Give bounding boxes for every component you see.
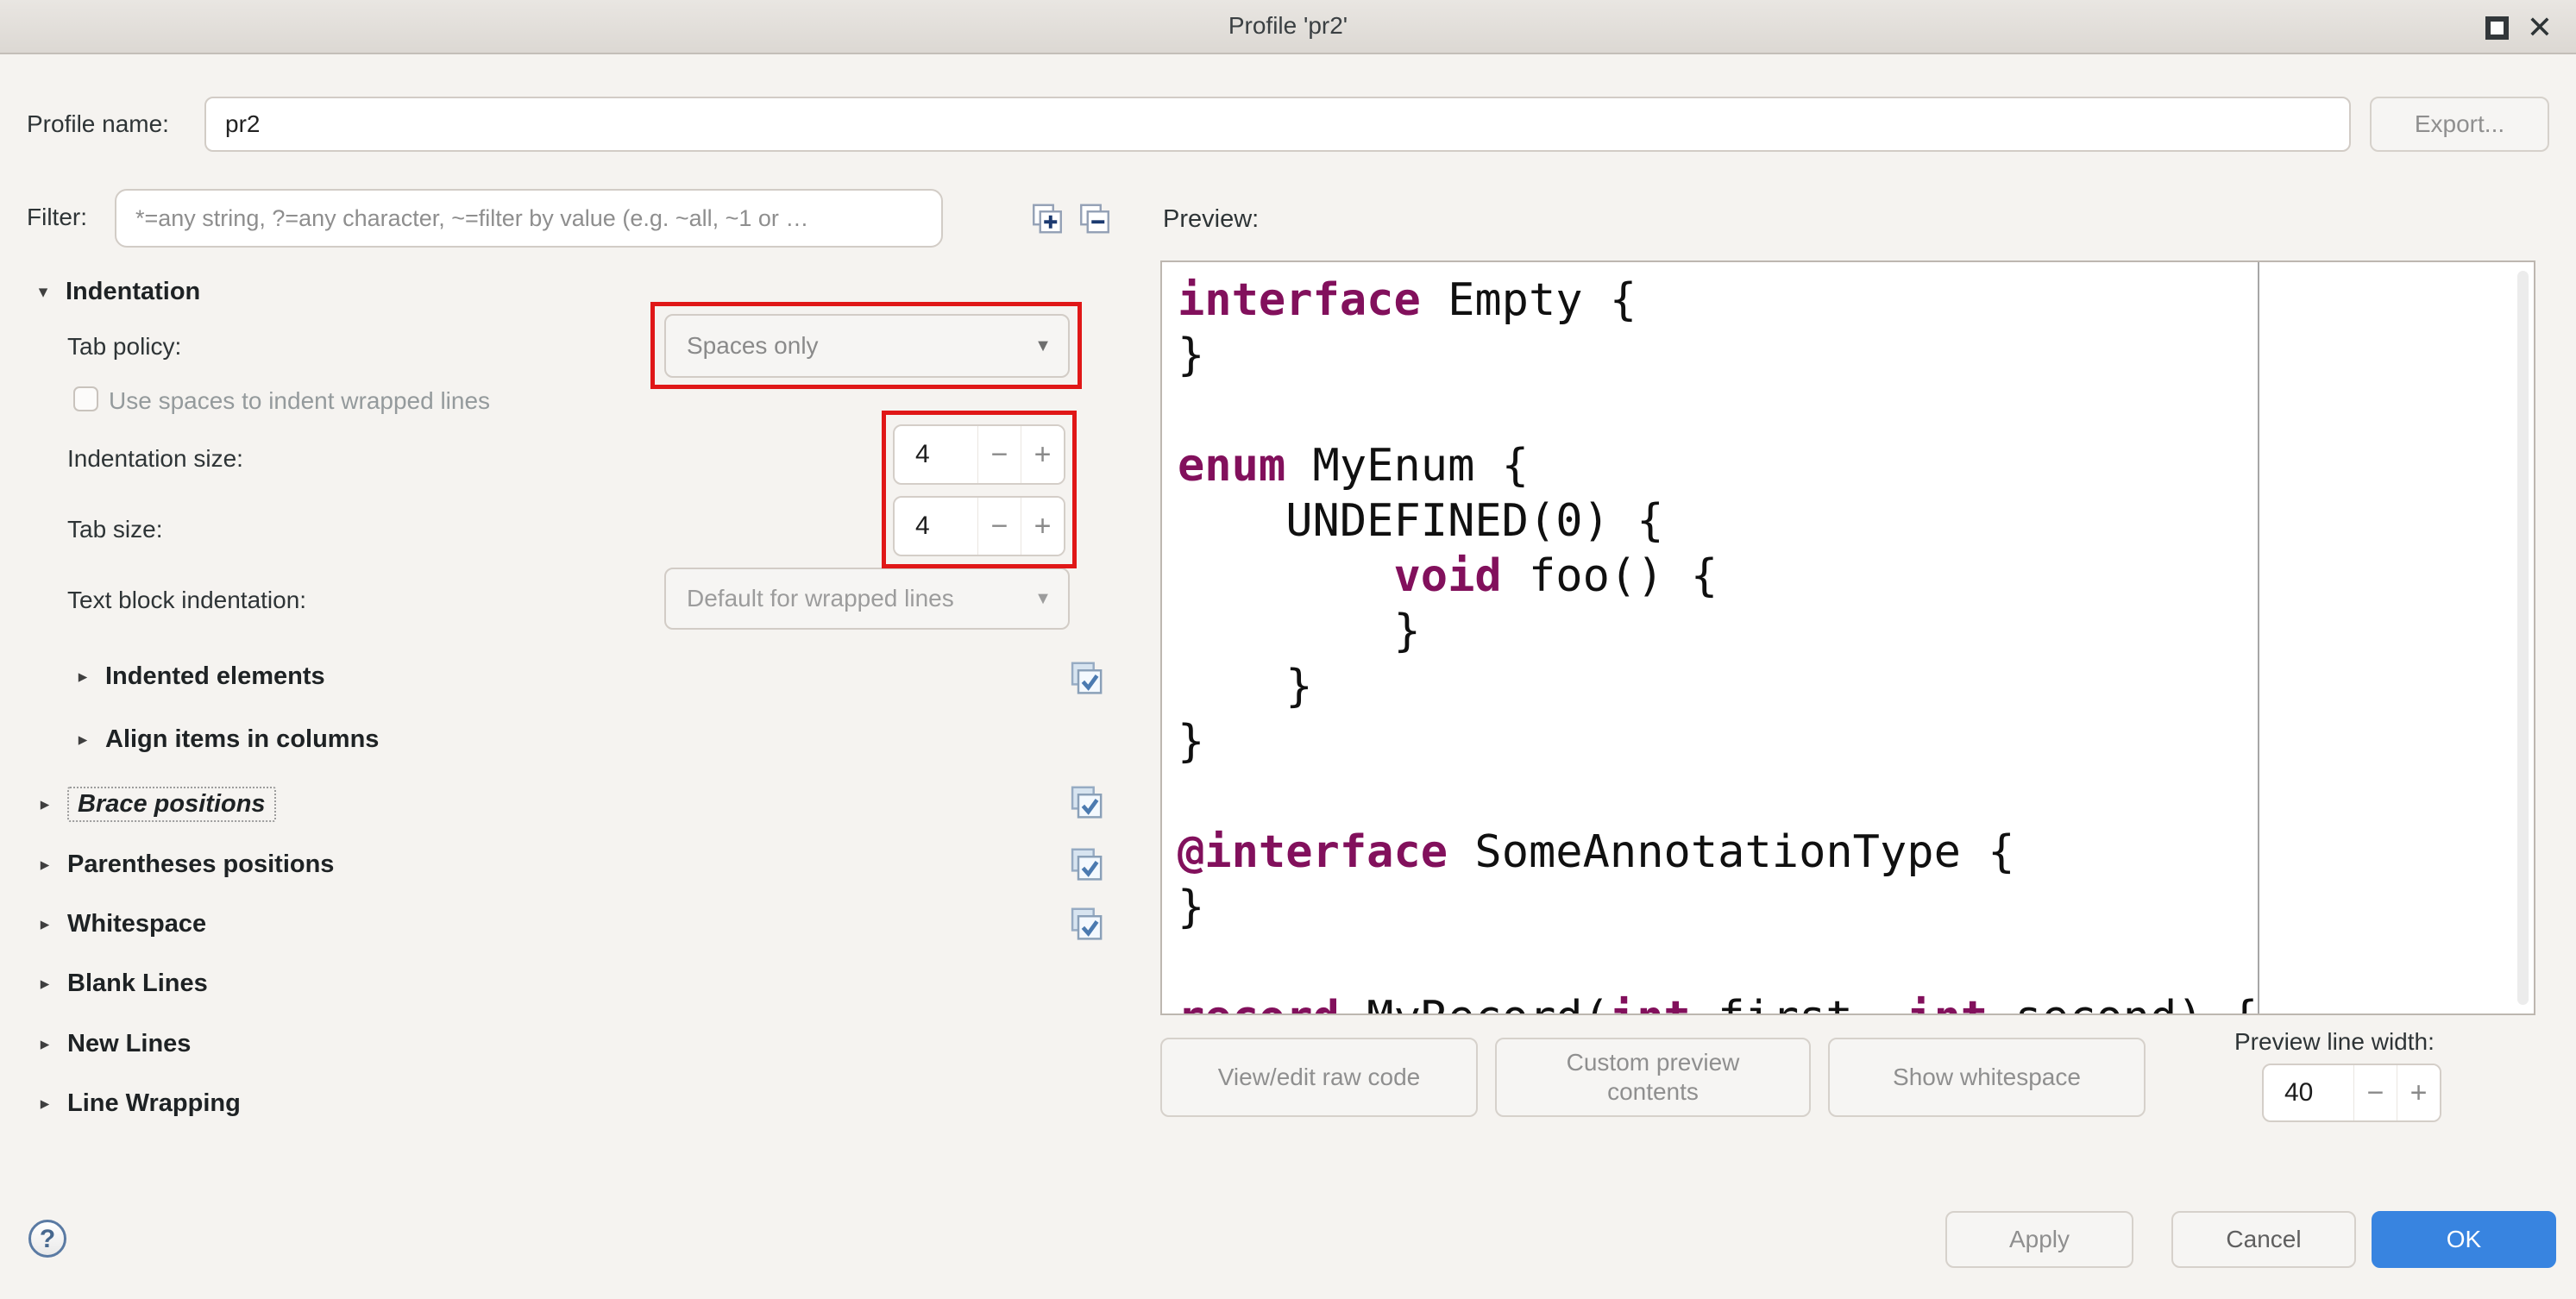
dropdown-arrow-icon: ▼	[1018, 336, 1068, 356]
view-edit-raw-code-button[interactable]: View/edit raw code	[1160, 1038, 1478, 1117]
tree-item-brace-positions[interactable]: ▸ Brace positions	[35, 787, 276, 822]
maximize-button[interactable]	[2485, 16, 2509, 40]
checked-checkbox-icon[interactable]	[1070, 661, 1104, 699]
code-line: }	[1178, 659, 2534, 714]
focused-item-outline: Brace positions	[67, 787, 276, 822]
preview-line-width-input[interactable]	[2264, 1065, 2353, 1120]
code-line	[1178, 935, 2534, 990]
profile-dialog: Profile 'pr2' ✕ Profile name: Export... …	[0, 0, 2576, 1299]
tree-label: Whitespace	[67, 910, 206, 938]
indentation-size-spinner: − +	[893, 424, 1065, 485]
tree-label: Indentation	[66, 278, 200, 306]
preview-line-width-plus-icon[interactable]: +	[2397, 1065, 2440, 1120]
preview-label: Preview:	[1163, 205, 1259, 234]
tree-item-blank-lines[interactable]: ▸ Blank Lines	[35, 970, 208, 998]
tree-label: Parentheses positions	[67, 850, 334, 879]
code-line: enum MyEnum {	[1178, 438, 2534, 493]
tree-label: Blank Lines	[67, 970, 208, 998]
tree-item-align-items[interactable]: ▸ Align items in columns	[72, 725, 379, 754]
profile-name-label: Profile name:	[27, 110, 169, 138]
indentation-size-plus-icon[interactable]: +	[1021, 426, 1064, 483]
text-block-dropdown[interactable]: Default for wrapped lines ▼	[664, 568, 1070, 630]
close-button[interactable]: ✕	[2519, 7, 2560, 48]
code-line	[1178, 383, 2534, 438]
profile-name-input[interactable]	[204, 97, 2351, 152]
code-line: interface Empty {	[1178, 273, 2534, 328]
preview-line-width-spinner: − +	[2262, 1064, 2441, 1122]
titlebar: Profile 'pr2' ✕	[0, 0, 2576, 54]
dropdown-arrow-icon: ▼	[1018, 589, 1068, 609]
tree-item-whitespace[interactable]: ▸ Whitespace	[35, 910, 206, 938]
tree-item-new-lines[interactable]: ▸ New Lines	[35, 1030, 191, 1058]
code-line	[1178, 769, 2534, 825]
tab-policy-dropdown[interactable]: Spaces only ▼	[664, 314, 1070, 378]
text-block-label: Text block indentation:	[67, 587, 306, 614]
export-button[interactable]: Export...	[2370, 97, 2549, 152]
expander-closed-icon: ▸	[72, 666, 93, 687]
expander-closed-icon: ▸	[35, 913, 55, 935]
preview-scrollbar[interactable]	[2517, 271, 2529, 1005]
expander-closed-icon: ▸	[35, 1093, 55, 1114]
tree-item-parentheses-positions[interactable]: ▸ Parentheses positions	[35, 850, 334, 879]
expander-closed-icon: ▸	[35, 794, 55, 815]
expander-closed-icon: ▸	[72, 729, 93, 750]
code-line: void foo() {	[1178, 549, 2534, 604]
indentation-size-label: Indentation size:	[67, 445, 243, 473]
custom-preview-contents-button[interactable]: Custom preview contents	[1495, 1038, 1811, 1117]
code-line: @interface SomeAnnotationType {	[1178, 825, 2534, 880]
cancel-button[interactable]: Cancel	[2171, 1211, 2356, 1268]
window-title: Profile 'pr2'	[0, 0, 2576, 54]
code-line: record MyRecord(int first, int second) {	[1178, 990, 2534, 1015]
checked-checkbox-icon[interactable]	[1070, 785, 1104, 823]
tab-policy-label: Tab policy:	[67, 333, 181, 361]
tree-label: Brace positions	[78, 790, 266, 818]
show-whitespace-button[interactable]: Show whitespace	[1828, 1038, 2146, 1117]
code-line: UNDEFINED(0) {	[1178, 493, 2534, 549]
checked-checkbox-icon[interactable]	[1070, 907, 1104, 944]
print-margin-line	[2258, 262, 2259, 1013]
preview-line-width-minus-icon[interactable]: −	[2353, 1065, 2397, 1120]
tree-label: New Lines	[67, 1030, 191, 1058]
filter-label: Filter:	[27, 204, 87, 231]
text-block-value: Default for wrapped lines	[666, 585, 1018, 612]
expand-all-icon[interactable]	[1029, 202, 1065, 238]
preview-code: interface Empty {} enum MyEnum { UNDEFIN…	[1162, 262, 2534, 1013]
ok-button[interactable]: OK	[2372, 1211, 2556, 1268]
tab-size-label: Tab size:	[67, 516, 163, 543]
tree-section-indentation[interactable]: ▾ Indentation	[33, 278, 200, 306]
use-spaces-label: Use spaces to indent wrapped lines	[109, 387, 490, 415]
tree-label: Align items in columns	[105, 725, 379, 754]
tab-size-spinner: − +	[893, 496, 1065, 556]
expander-closed-icon: ▸	[35, 973, 55, 995]
tree-label: Indented elements	[105, 662, 325, 691]
help-icon[interactable]: ?	[28, 1220, 66, 1258]
code-preview-pane[interactable]: interface Empty {} enum MyEnum { UNDEFIN…	[1160, 260, 2535, 1015]
apply-button[interactable]: Apply	[1945, 1211, 2133, 1268]
code-line: }	[1178, 604, 2534, 659]
tab-size-input[interactable]	[895, 498, 977, 555]
expander-closed-icon: ▸	[35, 854, 55, 875]
expander-closed-icon: ▸	[35, 1033, 55, 1055]
filter-input[interactable]	[115, 189, 943, 248]
tree-item-line-wrapping[interactable]: ▸ Line Wrapping	[35, 1089, 241, 1118]
tab-size-plus-icon[interactable]: +	[1021, 498, 1064, 555]
indentation-size-minus-icon[interactable]: −	[977, 426, 1021, 483]
tab-size-minus-icon[interactable]: −	[977, 498, 1021, 555]
tree-item-indented-elements[interactable]: ▸ Indented elements	[72, 662, 325, 691]
expander-open-icon: ▾	[33, 281, 53, 303]
preview-line-width-label: Preview line width:	[2234, 1028, 2435, 1056]
code-line: }	[1178, 714, 2534, 769]
code-line: }	[1178, 328, 2534, 383]
collapse-all-icon[interactable]	[1077, 202, 1113, 238]
checked-checkbox-icon[interactable]	[1070, 847, 1104, 885]
indentation-size-input[interactable]	[895, 426, 977, 483]
use-spaces-checkbox[interactable]	[73, 386, 98, 411]
tree-label: Line Wrapping	[67, 1089, 241, 1118]
tab-policy-value: Spaces only	[666, 332, 1018, 360]
code-line: }	[1178, 880, 2534, 935]
